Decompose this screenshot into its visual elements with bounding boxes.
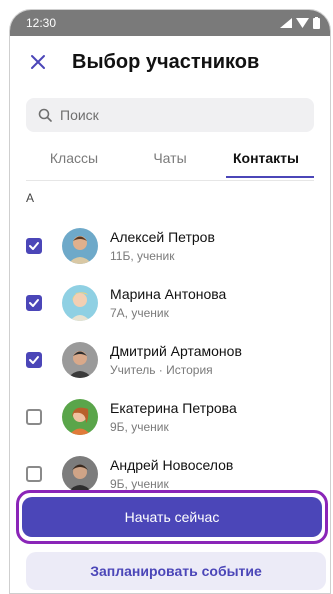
contact-name: Дмитрий Артамонов <box>110 342 242 359</box>
list-item[interactable]: Екатерина Петрова 9Б, ученик <box>10 388 330 445</box>
start-now-button[interactable]: Начать сейчас <box>22 497 322 537</box>
wifi-icon <box>296 18 309 28</box>
close-button[interactable] <box>26 50 50 74</box>
battery-icon <box>313 17 320 29</box>
contact-checkbox[interactable] <box>26 465 42 482</box>
check-icon <box>29 298 39 307</box>
contact-checkbox[interactable] <box>26 408 42 425</box>
start-now-highlight: Начать сейчас <box>16 490 328 544</box>
contact-name: Марина Антонова <box>110 285 227 302</box>
avatar <box>62 398 98 435</box>
status-icons <box>280 17 320 29</box>
list-item[interactable]: Дмитрий Артамонов Учитель · История <box>10 331 330 388</box>
close-icon <box>31 55 45 69</box>
tab-classes[interactable]: Классы <box>26 144 122 180</box>
avatar <box>62 341 98 378</box>
contact-subtitle: 11Б, ученик <box>110 248 175 263</box>
contact-name: Алексей Петров <box>110 228 215 245</box>
status-time: 12:30 <box>26 16 57 30</box>
avatar <box>62 227 98 264</box>
phone-screen: 12:30 Выбор участников Классы Чаты Конта… <box>9 9 331 594</box>
contact-subtitle: 7А, ученик <box>110 305 169 320</box>
contact-subtitle: Учитель · История <box>110 362 213 377</box>
avatar <box>62 455 98 492</box>
contact-list: Алексей Петров 11Б, ученик Марина Антоно… <box>10 217 330 502</box>
contact-checkbox[interactable] <box>26 294 42 311</box>
search-bar[interactable] <box>26 98 314 132</box>
contact-name: Андрей Новоселов <box>110 456 234 473</box>
avatar <box>62 284 98 321</box>
tabs: Классы Чаты Контакты <box>10 144 330 180</box>
status-bar: 12:30 <box>10 10 330 36</box>
schedule-event-button[interactable]: Запланировать событие <box>26 552 326 590</box>
list-item[interactable]: Марина Антонова 7А, ученик <box>10 274 330 331</box>
page-title: Выбор участников <box>72 50 260 73</box>
check-icon <box>29 355 39 364</box>
tab-contacts[interactable]: Контакты <box>218 144 314 180</box>
contact-checkbox[interactable] <box>26 351 42 368</box>
tab-chats[interactable]: Чаты <box>122 144 218 180</box>
search-icon <box>38 108 52 122</box>
contact-name: Екатерина Петрова <box>110 399 237 416</box>
tabs-divider <box>26 180 314 181</box>
header: Выбор участников <box>10 36 330 88</box>
section-letter: А <box>26 191 35 205</box>
search-input[interactable] <box>58 106 292 124</box>
contact-subtitle: 9Б, ученик <box>110 419 169 434</box>
list-item[interactable]: Алексей Петров 11Б, ученик <box>10 217 330 274</box>
signal-icon <box>280 18 292 28</box>
check-icon <box>29 241 39 250</box>
contact-checkbox[interactable] <box>26 237 42 254</box>
